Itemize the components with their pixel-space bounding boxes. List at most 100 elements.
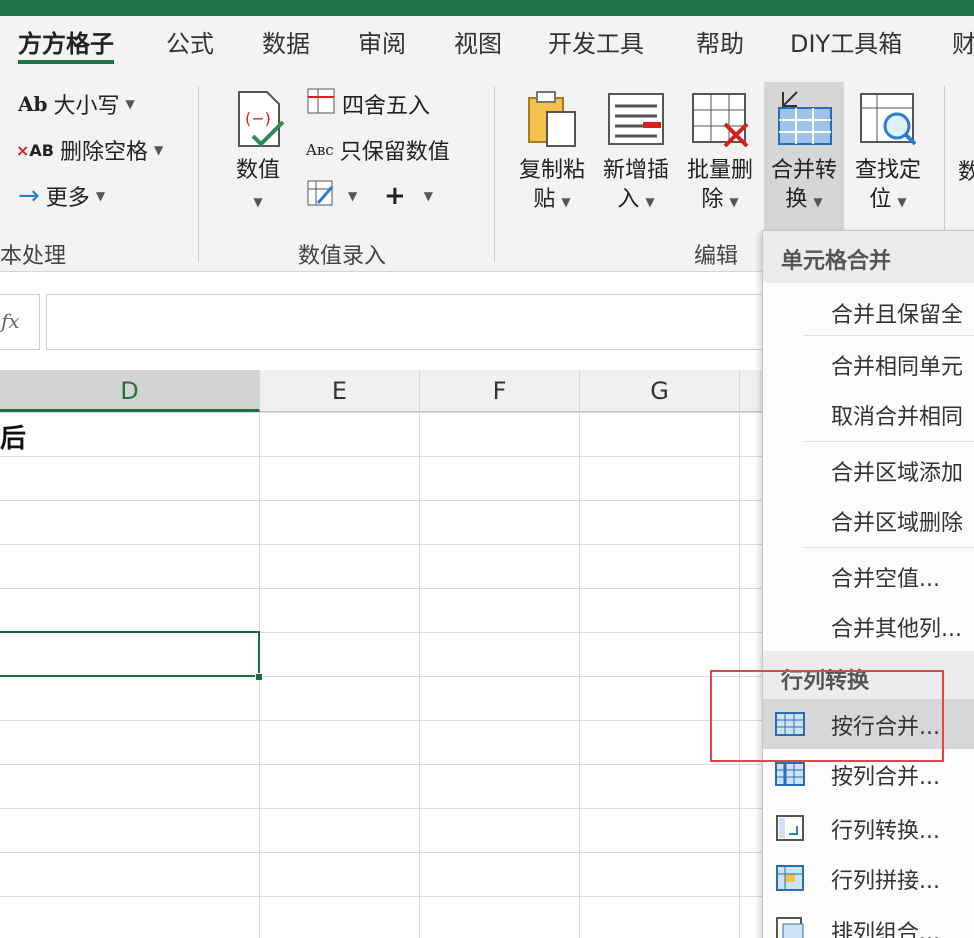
find-locate-label-1: 查找定	[854, 158, 921, 183]
cut-off-button[interactable]: 数	[958, 152, 974, 188]
tab-help[interactable]: 帮助	[696, 26, 744, 66]
menu-item-merge-same-cells[interactable]: 合并相同单元	[763, 339, 974, 389]
title-bar-strip	[0, 0, 974, 16]
concat-table-icon	[775, 864, 805, 892]
more-button[interactable]: → 更多 ▼	[18, 178, 105, 214]
insert-label-1: 新增插	[602, 158, 669, 183]
copy-paste-label-2: 贴	[533, 187, 556, 212]
table-columns-icon	[775, 760, 805, 788]
cell-d1[interactable]: 后	[0, 418, 26, 455]
number-label: 数值	[235, 158, 280, 183]
formula-input[interactable]	[46, 294, 786, 350]
tab-view[interactable]: 视图	[454, 26, 502, 66]
keep-value-label: 只保留数值	[339, 140, 450, 165]
grid-line	[579, 412, 580, 938]
copy-paste-button[interactable]: 复制粘 贴 ▼	[512, 88, 592, 217]
ribbon-tabs: 方方格子 公式 数据 审阅 视图 开发工具 帮助 DIY工具箱 财	[0, 16, 974, 78]
chevron-down-icon: ▼	[348, 189, 358, 203]
case-button[interactable]: Ab 大小写 ▼	[18, 86, 135, 122]
find-table-icon	[857, 88, 919, 150]
keep-value-button[interactable]: Aʙc 只保留数值	[306, 132, 450, 168]
plus-button[interactable]: + ▼	[384, 178, 433, 214]
merge-by-column-label: 按列合并...	[831, 765, 940, 790]
merge-convert-button[interactable]: 合并转 换 ▼	[764, 82, 844, 232]
merge-convert-menu: 单元格合并 合并且保留全 合并相同单元 取消合并相同 合并区域添加 合并区域删除…	[762, 230, 974, 938]
menu-item-unmerge-same[interactable]: 取消合并相同	[763, 389, 974, 439]
copy-paste-label-1: 复制粘	[518, 158, 585, 183]
permutation-icon	[775, 916, 805, 938]
tab-developer[interactable]: 开发工具	[548, 26, 644, 66]
case-label: 大小写	[53, 94, 120, 119]
annotation-highlight-box	[710, 670, 944, 762]
plus-icon: +	[384, 181, 406, 211]
transpose-label: 行列转换...	[831, 819, 940, 844]
group-label-text: 本处理	[0, 244, 67, 269]
find-locate-button[interactable]: 查找定 位 ▼	[848, 88, 928, 217]
arrow-right-icon: →	[18, 181, 40, 211]
tab-finance[interactable]: 财	[952, 26, 974, 66]
menu-section-cell-merge: 单元格合并	[763, 231, 974, 283]
clipboard-icon	[521, 88, 583, 150]
menu-item-permutation[interactable]: 排列组合...	[763, 905, 974, 938]
menu-item-merge-other-columns[interactable]: 合并其他列...	[763, 601, 974, 651]
column-header-f[interactable]: F	[420, 370, 580, 412]
find-locate-label-2: 位	[869, 187, 892, 212]
batch-delete-label-2: 除	[701, 187, 724, 212]
remove-space-button[interactable]: ×AB 删除空格 ▼	[16, 132, 163, 168]
column-header-g[interactable]: G	[580, 370, 740, 412]
grid-line	[419, 412, 420, 938]
group-divider	[494, 86, 495, 262]
merge-convert-label-2: 换	[785, 187, 808, 212]
tab-data[interactable]: 数据	[262, 26, 310, 66]
chevron-down-icon: ▼	[253, 195, 263, 209]
menu-item-merge-empty[interactable]: 合并空值...	[763, 551, 974, 601]
chevron-down-icon: ▼	[125, 97, 135, 111]
tab-diy-toolbox[interactable]: DIY工具箱	[790, 26, 902, 66]
menu-separator	[803, 547, 974, 548]
round-icon	[306, 87, 336, 121]
insert-icon	[605, 88, 667, 150]
remove-space-icon: ×AB	[16, 140, 54, 160]
group-label-edit: 编辑	[694, 244, 739, 269]
chevron-down-icon: ▼	[897, 195, 907, 209]
tab-review[interactable]: 审阅	[358, 26, 406, 66]
batch-delete-button[interactable]: 批量删 除 ▼	[680, 88, 760, 217]
menu-separator	[803, 441, 974, 442]
fx-button[interactable]: fx	[0, 294, 40, 350]
chevron-down-icon: ▼	[423, 189, 434, 203]
menu-item-merge-keep-all[interactable]: 合并且保留全	[763, 287, 974, 337]
number-button[interactable]: (−) 数值 ▼	[218, 88, 298, 217]
menu-item-merge-area-delete[interactable]: 合并区域删除	[763, 495, 974, 545]
svg-text:(−): (−)	[245, 109, 271, 128]
menu-separator	[803, 335, 974, 336]
menu-item-transpose[interactable]: 行列转换...	[763, 803, 974, 853]
insert-button[interactable]: 新增插 入 ▼	[596, 88, 676, 217]
merge-table-icon	[773, 88, 835, 150]
edit-table-icon	[306, 179, 336, 213]
tab-formula[interactable]: 公式	[166, 26, 214, 66]
tab-fangfang[interactable]: 方方格子	[18, 26, 114, 66]
number-icon: (−)	[227, 88, 289, 150]
chevron-down-icon: ▼	[729, 195, 739, 209]
batch-delete-label-1: 批量删	[686, 158, 753, 183]
transpose-icon	[775, 814, 805, 842]
more-label: 更多	[45, 186, 90, 211]
round-button[interactable]: 四舍五入	[306, 86, 430, 122]
chevron-down-icon: ▼	[95, 189, 106, 203]
active-cell[interactable]	[0, 631, 260, 677]
remove-space-label: 删除空格	[59, 140, 148, 165]
menu-item-merge-area-add[interactable]: 合并区域添加	[763, 445, 974, 495]
column-header-d[interactable]: D	[0, 370, 260, 412]
column-header-e[interactable]: E	[260, 370, 420, 412]
chevron-down-icon: ▼	[813, 195, 823, 209]
fill-handle[interactable]	[255, 673, 263, 681]
insert-label-2: 入	[617, 187, 640, 212]
edit-sheet-button[interactable]: ▼	[306, 178, 357, 214]
round-label: 四舍五入	[342, 94, 431, 119]
chevron-down-icon: ▼	[154, 143, 164, 157]
chevron-down-icon: ▼	[645, 195, 655, 209]
group-divider	[198, 86, 199, 262]
chevron-down-icon: ▼	[561, 195, 571, 209]
menu-item-row-col-concat[interactable]: 行列拼接...	[763, 853, 974, 903]
row-col-concat-label: 行列拼接...	[831, 869, 940, 894]
